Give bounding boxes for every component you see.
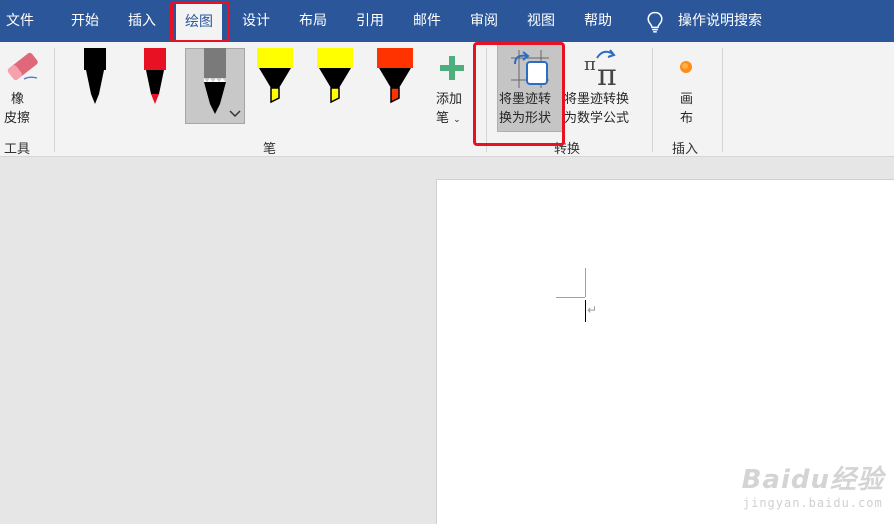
tab-view[interactable]: 视图 <box>527 0 555 42</box>
group-label-convert: 转换 <box>554 142 581 157</box>
gray-pencil-icon[interactable] <box>200 48 230 118</box>
eraser-label-2[interactable]: 皮擦 <box>4 109 30 129</box>
ink-to-shape-label-1: 将墨迹转 <box>499 92 552 107</box>
ink-to-math-label-1[interactable]: 将墨迹转换 <box>564 90 629 110</box>
svg-text:π: π <box>597 58 617 88</box>
black-pen-icon[interactable] <box>80 48 110 106</box>
red-pen-icon[interactable] <box>140 48 170 106</box>
eraser-icon[interactable] <box>4 52 40 82</box>
tab-design[interactable]: 设计 <box>242 0 270 42</box>
canvas-label-2[interactable]: 布 <box>680 109 693 129</box>
tab-layout[interactable]: 布局 <box>299 0 327 42</box>
tell-me-search[interactable]: 操作说明搜索 <box>678 0 762 42</box>
yellow-highlighter-2-icon[interactable] <box>317 48 353 104</box>
chevron-down-icon[interactable] <box>229 108 241 118</box>
document-page[interactable]: Baidu经验 jingyan.baidu.com <box>436 179 894 524</box>
group-divider <box>722 48 723 152</box>
tab-home[interactable]: 开始 <box>71 0 99 42</box>
tab-review[interactable]: 审阅 <box>470 0 498 42</box>
eraser-label-1: 橡 <box>11 92 25 107</box>
tab-insert[interactable]: 插入 <box>128 0 156 42</box>
tab-file[interactable]: 文件 <box>6 0 34 42</box>
menu-bar: 文件 开始 插入 绘图 设计 布局 引用 邮件 审阅 视图 帮助 操作说明搜索 <box>0 0 894 42</box>
add-pen-label-1[interactable]: 添加 <box>436 90 462 110</box>
lightbulb-icon <box>647 11 663 33</box>
plus-icon[interactable] <box>440 56 464 80</box>
baidu-watermark: Baidu经验 jingyan.baidu.com <box>742 459 884 510</box>
svg-text:π: π <box>584 54 596 75</box>
page-corner-mark-vertical <box>585 268 586 297</box>
canvas-label-1[interactable]: 画 <box>680 90 693 110</box>
group-divider <box>486 48 487 152</box>
tab-help[interactable]: 帮助 <box>584 0 612 42</box>
text-cursor <box>585 300 586 322</box>
ink-to-shape-icon <box>511 50 549 88</box>
ink-to-shape-label-2: 换为形状 <box>499 111 552 126</box>
watermark-url: jingyan.baidu.com <box>742 496 883 510</box>
group-divider <box>54 48 55 152</box>
ribbon: 橡 皮擦 工具 添加 笔 ⌄ 笔 将墨迹转 换为形状 π π 将墨迹转换 为数学… <box>0 42 894 157</box>
yellow-highlighter-1-icon[interactable] <box>257 48 293 104</box>
group-label-insert: 插入 <box>672 142 699 157</box>
watermark-brand: Baidu经验 <box>741 465 884 495</box>
tab-draw[interactable]: 绘图 <box>176 4 222 42</box>
ink-to-math-icon[interactable]: π π <box>583 48 625 88</box>
ink-to-math-label-2[interactable]: 为数学公式 <box>564 109 629 129</box>
canvas-icon[interactable] <box>679 60 693 74</box>
group-label-tools: 工具 <box>4 142 31 157</box>
tab-references[interactable]: 引用 <box>356 0 384 42</box>
chevron-down-icon: ⌄ <box>453 115 461 125</box>
group-label-pens: 笔 <box>263 142 277 157</box>
paragraph-mark: ↵ <box>587 303 598 317</box>
page-corner-mark-horizontal <box>556 297 585 298</box>
tab-mailings[interactable]: 邮件 <box>413 0 441 42</box>
group-divider <box>652 48 653 152</box>
red-highlighter-icon[interactable] <box>377 48 413 104</box>
add-pen-label-2[interactable]: 笔 ⌄ <box>436 109 461 130</box>
